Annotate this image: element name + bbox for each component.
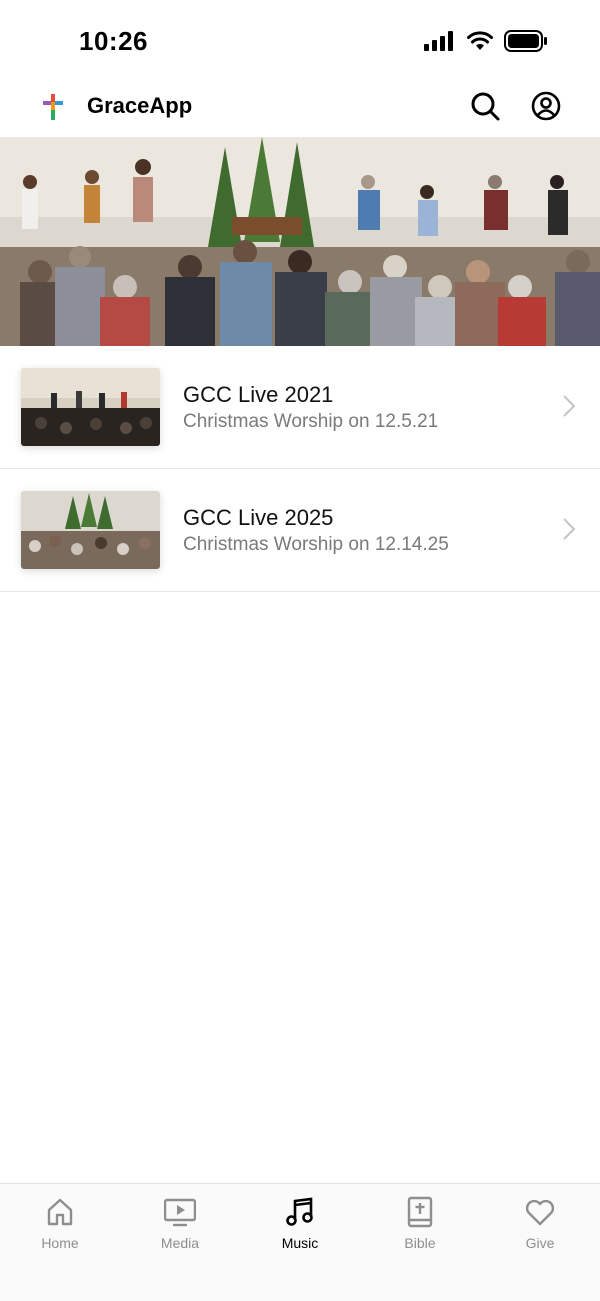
item-title: GCC Live 2025 xyxy=(183,505,334,530)
battery-icon xyxy=(504,30,547,52)
tab-label: Music xyxy=(281,1235,319,1251)
tab-label: Home xyxy=(41,1235,79,1251)
item-subtitle: Christmas Worship on 12.14.25 xyxy=(183,534,449,555)
home-icon xyxy=(47,1198,73,1226)
tab-label: Media xyxy=(160,1235,200,1251)
search-button[interactable] xyxy=(469,90,501,122)
list-item[interactable]: GCC Live 2025 Christmas Worship on 12.14… xyxy=(0,469,600,592)
tab-bar: Home Media Music Bible Give xyxy=(0,1183,600,1301)
album-list: GCC Live 2021 Christmas Worship on 12.5.… xyxy=(0,346,600,592)
cellular-signal-icon xyxy=(424,31,453,51)
chevron-right-icon xyxy=(563,395,576,417)
profile-button[interactable] xyxy=(530,90,562,122)
bible-icon xyxy=(407,1196,433,1228)
heart-icon xyxy=(525,1199,555,1226)
worship-photo xyxy=(0,137,600,346)
cross-logo-icon xyxy=(43,94,63,120)
tab-give[interactable]: Give xyxy=(480,1184,600,1301)
media-icon xyxy=(164,1198,196,1227)
status-time: 10:26 xyxy=(79,26,148,56)
tab-label: Bible xyxy=(404,1235,436,1251)
music-icon xyxy=(286,1197,313,1226)
search-icon xyxy=(471,92,500,121)
tab-bible[interactable]: Bible xyxy=(360,1184,480,1301)
tab-label: Give xyxy=(525,1235,555,1251)
app-title: GraceApp xyxy=(87,93,193,118)
item-title: GCC Live 2021 xyxy=(183,382,334,407)
status-icons xyxy=(424,30,548,52)
tab-media[interactable]: Media xyxy=(120,1184,240,1301)
chevron-right-icon xyxy=(563,518,576,540)
hero-image xyxy=(0,137,600,346)
album-thumbnail xyxy=(21,491,160,569)
status-bar: 10:26 xyxy=(0,0,600,80)
tab-home[interactable]: Home xyxy=(0,1184,120,1301)
list-item[interactable]: GCC Live 2021 Christmas Worship on 12.5.… xyxy=(0,346,600,469)
wifi-icon xyxy=(467,31,493,50)
tab-music[interactable]: Music xyxy=(240,1184,360,1301)
app-header: GraceApp xyxy=(0,80,600,136)
user-circle-icon xyxy=(531,91,561,121)
item-subtitle: Christmas Worship on 12.5.21 xyxy=(183,411,439,432)
album-thumbnail xyxy=(21,368,160,446)
